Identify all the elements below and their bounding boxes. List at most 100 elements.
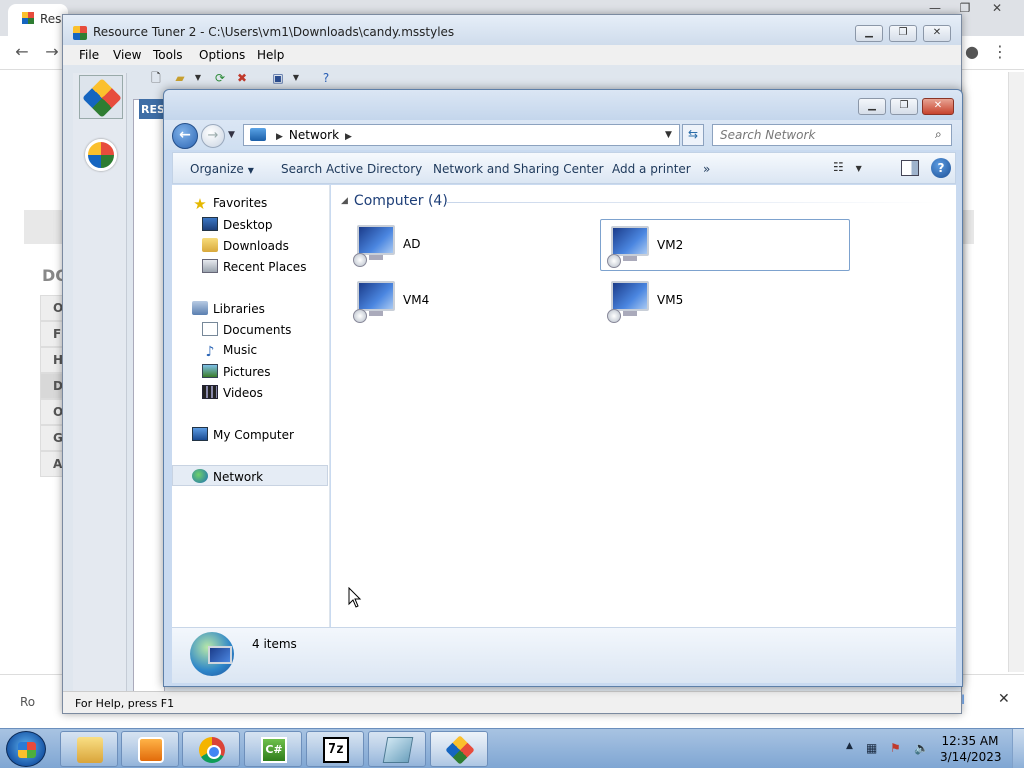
computer-item-vm2[interactable]: VM2 xyxy=(600,219,850,271)
network-tray-icon[interactable]: ▦ xyxy=(866,741,877,755)
browser-menu-icon[interactable]: ⋮ xyxy=(990,42,1010,62)
group-header[interactable]: ◢ Computer (4) xyxy=(341,193,448,209)
download-bar-close-icon[interactable]: ✕ xyxy=(998,691,1010,707)
back-button[interactable]: ← xyxy=(172,123,198,149)
page-side-item[interactable]: G xyxy=(40,425,64,451)
preview-pane-icon[interactable] xyxy=(901,160,919,176)
volume-icon[interactable]: 🔈 xyxy=(914,741,929,755)
browser-tab[interactable]: Res xyxy=(8,4,68,36)
taskbar-csharp-button[interactable]: C# xyxy=(244,731,302,767)
help-icon[interactable]: ? xyxy=(931,158,951,178)
recent-pages-dropdown-icon[interactable]: ▼ xyxy=(228,130,235,140)
rt-close-button[interactable]: ✕ xyxy=(923,25,951,42)
address-bar[interactable]: ▶ Network ▶ xyxy=(243,124,680,146)
file-list-pane[interactable]: ◢ Computer (4) AD VM2 VM4 VM5 xyxy=(331,185,956,627)
page-side-item[interactable]: A xyxy=(40,451,64,477)
page-side-item[interactable]: O xyxy=(40,399,64,425)
browser-forward-icon[interactable]: → xyxy=(42,42,62,62)
nav-libraries[interactable]: Libraries xyxy=(172,298,328,319)
computer-name: VM2 xyxy=(657,238,684,252)
search-input[interactable]: Search Network ⌕ xyxy=(712,124,952,146)
forward-button[interactable]: → xyxy=(201,124,225,148)
more-commands-button[interactable]: » xyxy=(703,162,710,176)
organize-button[interactable]: Organize ▼ xyxy=(190,162,254,176)
breadcrumb-network[interactable]: Network xyxy=(289,128,339,142)
computer-item-vm4[interactable]: VM4 xyxy=(347,275,597,327)
save-icon[interactable]: ▣ xyxy=(269,69,287,87)
nav-music[interactable]: ♪ Music xyxy=(172,340,328,361)
rt-resource-tree[interactable] xyxy=(133,99,165,699)
menu-help[interactable]: Help xyxy=(257,48,284,62)
system-clock[interactable]: 12:35 AM 3/14/2023 xyxy=(940,733,1002,765)
clock-time: 12:35 AM xyxy=(941,734,999,748)
collapse-triangle-icon[interactable]: ◢ xyxy=(341,196,348,206)
refresh-button[interactable]: ⇆ xyxy=(682,124,704,146)
page-side-item[interactable]: D xyxy=(40,373,64,399)
recent-places-icon xyxy=(202,259,218,273)
resource-tree-icon[interactable] xyxy=(79,75,123,119)
nav-downloads[interactable]: Downloads xyxy=(172,235,328,256)
open-folder-icon[interactable]: ▰ xyxy=(171,69,189,87)
explorer-minimize-button[interactable]: ▁ xyxy=(858,98,886,115)
browser-back-icon[interactable]: ← xyxy=(12,42,32,62)
taskbar-explorer-button[interactable] xyxy=(60,731,118,767)
nav-pictures[interactable]: Pictures xyxy=(172,361,328,382)
show-desktop-button[interactable] xyxy=(1012,729,1024,768)
explorer-close-button[interactable]: ✕ xyxy=(922,98,954,115)
add-printer-button[interactable]: Add a printer xyxy=(612,162,691,176)
close-file-icon[interactable]: ✖ xyxy=(233,69,251,87)
resource-tuner-titlebar[interactable]: Resource Tuner 2 - C:\Users\vm1\Download… xyxy=(63,15,961,45)
menu-tools[interactable]: Tools xyxy=(153,48,183,62)
menu-file[interactable]: File xyxy=(79,48,99,62)
search-active-directory-button[interactable]: Search Active Directory xyxy=(281,162,422,176)
nav-desktop[interactable]: Desktop xyxy=(172,214,328,235)
breadcrumb-arrow-icon[interactable]: ▶ xyxy=(345,132,352,142)
network-sharing-center-button[interactable]: Network and Sharing Center xyxy=(433,162,604,176)
rt-minimize-button[interactable]: ▁ xyxy=(855,25,883,42)
browser-profile-icon[interactable]: ● xyxy=(962,42,982,62)
nav-videos[interactable]: Videos xyxy=(172,382,328,403)
nav-label: Libraries xyxy=(213,302,265,316)
7zip-icon: 7z xyxy=(323,737,349,763)
search-icon[interactable]: ⌕ xyxy=(935,127,942,142)
address-dropdown-icon[interactable]: ▼ xyxy=(665,130,672,140)
nav-network[interactable]: Network xyxy=(172,465,328,486)
action-center-flag-icon[interactable]: ⚑ xyxy=(890,741,901,755)
network-computer-icon xyxy=(353,281,399,323)
save-dropdown-icon[interactable]: ▼ xyxy=(287,69,305,87)
menu-options[interactable]: Options xyxy=(199,48,245,62)
nav-favorites[interactable]: ★ Favorites xyxy=(172,193,328,214)
page-side-item[interactable]: F xyxy=(40,321,64,347)
page-side-item[interactable]: O xyxy=(40,295,64,321)
refresh-icon[interactable]: ⟳ xyxy=(211,69,229,87)
page-scrollbar[interactable] xyxy=(1008,72,1024,672)
computer-item-vm5[interactable]: VM5 xyxy=(601,275,851,327)
explorer-titlebar[interactable]: ▁ ❐ ✕ xyxy=(164,90,962,120)
breadcrumb-arrow-icon[interactable]: ▶ xyxy=(276,132,283,142)
taskbar-app-button[interactable] xyxy=(368,731,426,767)
computer-item-ad[interactable]: AD xyxy=(347,219,597,271)
show-hidden-icons-icon[interactable]: ▲ xyxy=(846,741,853,751)
taskbar-7zip-button[interactable]: 7z xyxy=(306,731,364,767)
explorer-maximize-button[interactable]: ❐ xyxy=(890,98,918,115)
new-file-icon[interactable]: 🗋 xyxy=(147,69,165,87)
download-item-label[interactable]: Ro xyxy=(20,695,35,709)
menu-view[interactable]: View xyxy=(113,48,141,62)
group-header-label: Computer (4) xyxy=(353,193,448,209)
open-dropdown-icon[interactable]: ▼ xyxy=(189,69,207,87)
nav-documents[interactable]: Documents xyxy=(172,319,328,340)
browser-close-icon[interactable]: ✕ xyxy=(982,0,1012,18)
taskbar-chrome-button[interactable] xyxy=(182,731,240,767)
taskbar-resource-tuner-button[interactable] xyxy=(430,731,488,767)
rt-maximize-button[interactable]: ❐ xyxy=(889,25,917,42)
start-button[interactable] xyxy=(6,731,46,767)
change-view-button[interactable]: ☷ ▼ xyxy=(833,160,873,178)
nav-recent-places[interactable]: Recent Places xyxy=(172,256,328,277)
taskbar-media-player-button[interactable] xyxy=(121,731,179,767)
wizard-icon[interactable] xyxy=(85,139,117,171)
page-side-item[interactable]: H xyxy=(40,347,64,373)
nav-label: Recent Places xyxy=(223,260,307,274)
nav-my-computer[interactable]: My Computer xyxy=(172,424,328,445)
help-icon[interactable]: ? xyxy=(317,69,335,87)
folder-icon xyxy=(77,737,103,763)
